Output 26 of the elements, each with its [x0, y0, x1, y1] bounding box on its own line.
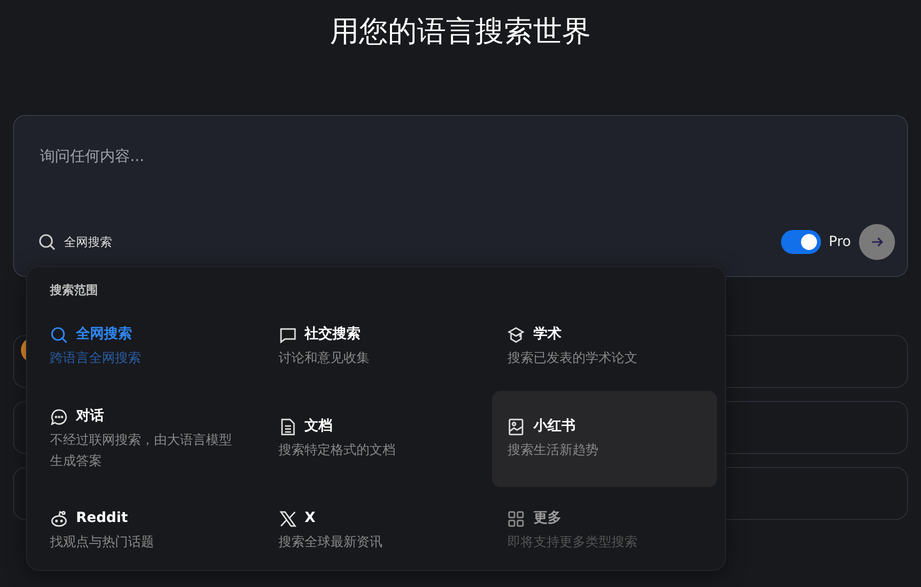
scope-option[interactable]: 全网搜索 跨语言全网搜索 [35, 303, 260, 391]
alien-face-icon [50, 510, 68, 528]
arrow-icon [870, 235, 884, 249]
scope-option[interactable]: 社交搜索 讨论和意见收集 [264, 303, 488, 391]
grid-icon [507, 510, 526, 528]
pro-toggle[interactable] [780, 230, 821, 254]
search-icon [50, 326, 68, 344]
menu-title: 搜索范围 [50, 282, 99, 299]
chat-bubble-icon [50, 408, 68, 426]
pro-label: Pro [828, 232, 851, 252]
scope-option[interactable]: Reddit 找观点与热门话题 [35, 487, 260, 575]
scope-option[interactable]: 学术 搜索已发表的学术论文 [492, 303, 717, 391]
scope-option[interactable]: 文档 搜索特定格式的文档 [264, 391, 488, 487]
scope-option[interactable]: 小红书 搜索生活新趋势 [492, 391, 717, 487]
image-icon [507, 418, 526, 436]
scope-button[interactable]: 全网搜索 [38, 233, 112, 251]
query-field[interactable]: 询问任何内容... [38, 144, 552, 168]
page-heading: 用您的语言搜索世界 [329, 14, 592, 50]
document-icon [278, 418, 297, 436]
scope-option[interactable]: 对话 不经过联网搜索，由大语言模型生成答案 [35, 391, 260, 487]
graduation-cap-icon [507, 326, 526, 344]
submit-button[interactable] [859, 224, 895, 260]
scope-option[interactable]: X 搜索全球最新资讯 [264, 487, 488, 575]
speech-bubble-icon [278, 326, 297, 344]
x-icon [278, 510, 297, 528]
search-icon [38, 233, 56, 251]
